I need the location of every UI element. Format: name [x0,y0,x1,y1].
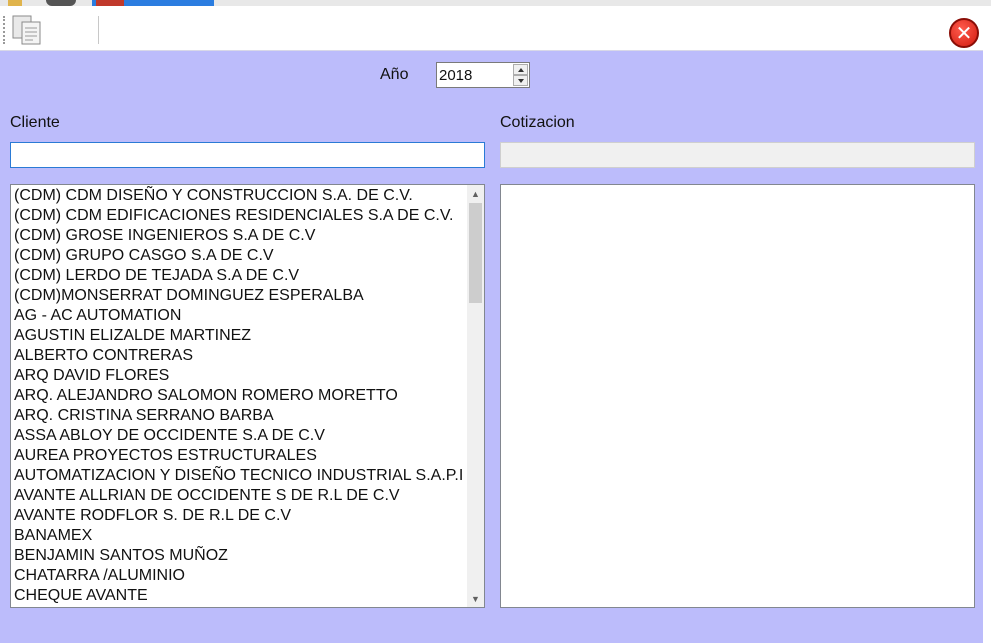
year-stepper[interactable] [436,62,530,88]
spin-up-button[interactable] [513,64,528,75]
list-item[interactable]: AUREA PROYECTOS ESTRUCTURALES [14,446,466,466]
down-arrow-icon [517,78,524,83]
up-arrow-icon [517,67,524,72]
chevron-down-icon: ▼ [471,593,480,604]
scroll-thumb[interactable] [469,203,482,303]
year-input[interactable] [439,66,513,84]
scroll-down-button[interactable]: ▼ [467,590,484,607]
list-item[interactable]: AVANTE RODFLOR S. DE R.L DE C.V [14,506,466,526]
toolbar-grip[interactable] [3,16,5,44]
toolbar: ✕ [0,6,983,51]
cotizacion-list[interactable] [500,184,975,608]
cliente-list-scrollbar[interactable]: ▲ ▼ [467,185,484,607]
toolbar-separator [98,16,99,44]
cliente-list[interactable]: (CDM) CDM DISEÑO Y CONSTRUCCION S.A. DE … [10,184,485,608]
list-item[interactable]: ALBERTO CONTRERAS [14,346,466,366]
list-item[interactable]: ARQ. ALEJANDRO SALOMON ROMERO MORETTO [14,386,466,406]
spin-down-button[interactable] [513,75,528,86]
year-spinner [513,64,528,86]
list-item[interactable]: CHEQUE AVANTE [14,586,466,606]
close-button[interactable]: ✕ [949,18,979,48]
copy-documents-icon[interactable] [11,14,45,46]
cliente-search-input[interactable] [10,142,485,168]
list-item[interactable]: ASSA ABLOY DE OCCIDENTE S.A DE C.V [14,426,466,446]
list-item[interactable]: AVANTE ALLRIAN DE OCCIDENTE S DE R.L DE … [14,486,466,506]
list-item[interactable]: (CDM) GROSE INGENIEROS S.A DE C.V [14,226,466,246]
list-item[interactable]: BANAMEX [14,526,466,546]
background-window [983,6,991,643]
close-icon: ✕ [955,21,973,45]
list-item[interactable]: (CDM) LERDO DE TEJADA S.A DE C.V [14,266,466,286]
list-item[interactable]: ARQ. CRISTINA SERRANO BARBA [14,406,466,426]
list-item[interactable]: CHATARRA /ALUMINIO [14,566,466,586]
list-item[interactable]: (CDM) CDM EDIFICACIONES RESIDENCIALES S.… [14,206,466,226]
list-item[interactable]: ARQ DAVID FLORES [14,366,466,386]
scroll-up-button[interactable]: ▲ [467,185,484,202]
list-item[interactable]: AUTOMATIZACION Y DISEÑO TECNICO INDUSTRI… [14,466,466,486]
cliente-list-items: (CDM) CDM DISEÑO Y CONSTRUCCION S.A. DE … [14,186,466,606]
list-item[interactable]: (CDM) GRUPO CASGO S.A DE C.V [14,246,466,266]
chevron-up-icon: ▲ [471,188,480,199]
cotizacion-label: Cotizacion [500,114,575,131]
list-item[interactable]: (CDM) CDM DISEÑO Y CONSTRUCCION S.A. DE … [14,186,466,206]
year-label: Año [380,66,409,83]
list-item[interactable]: AGUSTIN ELIZALDE MARTINEZ [14,326,466,346]
list-item[interactable]: (CDM)MONSERRAT DOMINGUEZ ESPERALBA [14,286,466,306]
list-item[interactable]: AG - AC AUTOMATION [14,306,466,326]
cliente-label: Cliente [10,114,60,131]
list-item[interactable]: BENJAMIN SANTOS MUÑOZ [14,546,466,566]
main-window: ✕ Año Cliente Cotizacion (CDM) CDM DISEÑ… [0,6,983,643]
cotizacion-input[interactable] [500,142,975,168]
